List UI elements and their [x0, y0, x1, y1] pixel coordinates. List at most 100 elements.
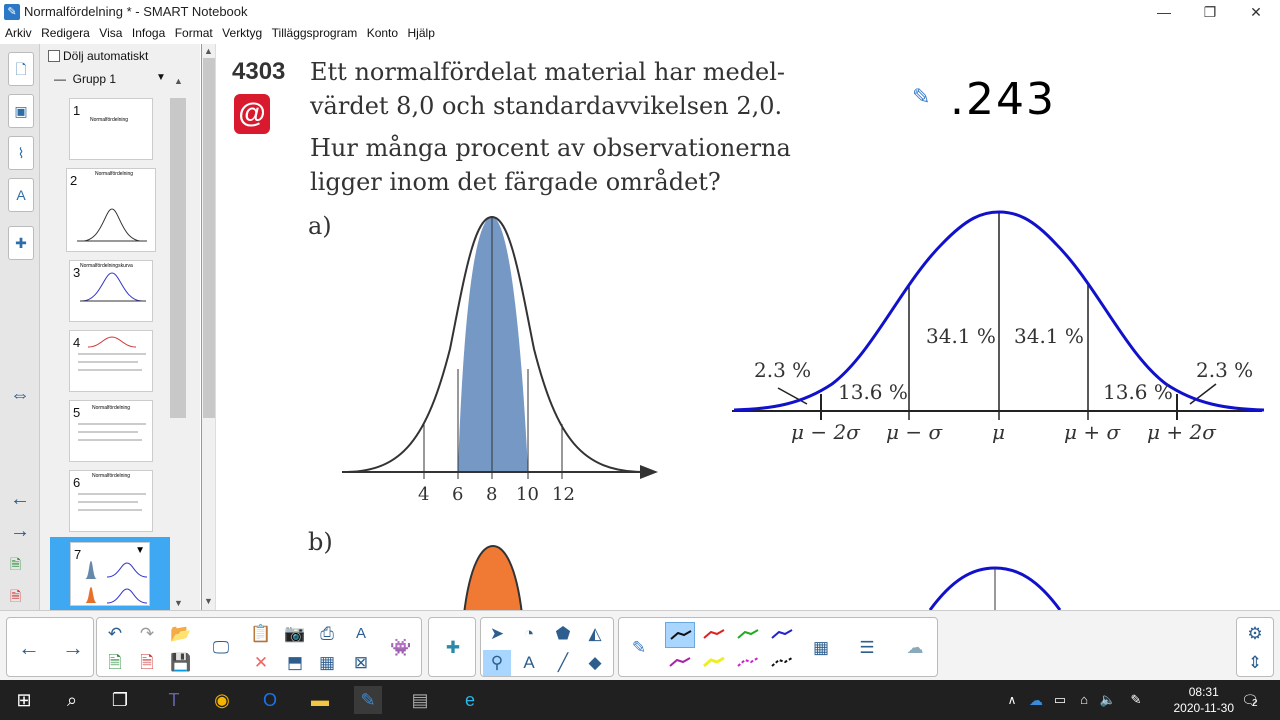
page-thumbnail-1[interactable]: 1 Normalfördelning — [69, 98, 153, 160]
delete-button[interactable]: ✕ — [247, 650, 275, 676]
menu-arkiv[interactable]: Arkiv — [0, 25, 32, 40]
paste-button[interactable]: 📋 — [247, 621, 275, 647]
hide-automatically-checkbox[interactable]: Dölj automatiskt — [48, 49, 148, 63]
redo-button[interactable]: ↷ — [133, 621, 161, 647]
pen-green-button[interactable] — [733, 622, 763, 648]
chrome-icon[interactable]: ◉ — [208, 686, 236, 714]
page-thumbnail-6[interactable]: 6 Normalfördelning — [69, 470, 153, 532]
close-button[interactable]: ✕ — [1233, 0, 1279, 24]
add-page-button[interactable]: 🗎 — [101, 650, 129, 676]
sidebar-scrollbar[interactable] — [170, 96, 186, 536]
page-thumbnail-4[interactable]: 4 — [69, 330, 153, 392]
move-sidebar-icon[interactable]: ⇔ — [10, 384, 30, 407]
shapes-tool-button[interactable]: ◔ — [515, 621, 543, 647]
delete-page-icon[interactable]: 🗎 — [10, 586, 21, 610]
addons-tab[interactable]: ✚ — [8, 226, 34, 260]
text-tool-button[interactable]: A — [515, 650, 543, 676]
pen-dashed-magenta-button[interactable] — [733, 650, 763, 676]
graph-a — [342, 215, 658, 479]
previous-page-button[interactable]: ← — [15, 635, 43, 661]
scroll-up-icon[interactable]: ▲ — [174, 76, 183, 86]
minimize-button[interactable]: — — [1141, 0, 1187, 24]
spell-check-button[interactable]: A — [347, 621, 375, 647]
part-b-label: b) — [308, 528, 333, 556]
move-toolbar-icon[interactable]: ⇕ — [1241, 650, 1269, 676]
menu-hjalp[interactable]: Hjälp — [403, 25, 435, 40]
color-palette-button[interactable]: ▦ — [807, 635, 835, 661]
scroll-down-icon[interactable]: ▼ — [174, 598, 183, 608]
highlighter-yellow-button[interactable] — [699, 650, 729, 676]
group-header[interactable]: — Grupp 1 ▼ — [54, 72, 166, 86]
handwritten-answer: .243 — [950, 74, 1056, 125]
menu-redigera[interactable]: Redigera — [36, 25, 90, 40]
document-camera-button[interactable]: ⎙ — [313, 621, 341, 647]
delete-page-button[interactable]: 🗎 — [133, 650, 161, 676]
maximize-button[interactable]: ❐ — [1187, 0, 1233, 24]
teams-icon[interactable]: T — [160, 686, 188, 714]
canvas-scrollbar[interactable] — [202, 44, 216, 610]
page-sorter-tab[interactable]: 🗋 — [8, 52, 34, 86]
page-thumbnail-7[interactable]: 7 ▼ — [70, 542, 150, 606]
pen-red-button[interactable] — [699, 622, 729, 648]
app-taskbar-icon[interactable]: ▤ — [406, 686, 434, 714]
edge-icon[interactable]: e — [456, 686, 484, 714]
menu-infoga[interactable]: Infoga — [127, 25, 165, 40]
next-page-button[interactable]: → — [59, 635, 87, 661]
page-thumbnail-2[interactable]: 2 Normalfördelning — [66, 168, 156, 252]
measure-tool-button[interactable]: ⚲ — [483, 650, 511, 676]
prev-page-icon[interactable]: ← — [10, 488, 30, 511]
problem-text-line-3: Hur många procent av observationerna — [310, 134, 791, 162]
show-all-button[interactable]: ⬒ — [281, 650, 309, 676]
outlook-icon[interactable]: O — [256, 686, 284, 714]
add-page-icon[interactable]: 🗎 — [10, 554, 21, 578]
insert-table-button[interactable]: ▦ — [313, 650, 341, 676]
menu-verktyg[interactable]: Verktyg — [217, 25, 262, 40]
screen-capture-button[interactable]: 📷 — [281, 621, 309, 647]
search-icon[interactable]: ⌕ — [58, 686, 86, 714]
menu-tillaggsprogram[interactable]: Tilläggsprogram — [267, 25, 358, 40]
volume-icon[interactable]: 🔈 — [1094, 686, 1122, 714]
response-button[interactable]: 👾 — [387, 635, 415, 661]
canvas-scroll-up-icon[interactable]: ▲ — [204, 46, 213, 56]
gallery-tab[interactable]: ▣ — [8, 94, 34, 128]
task-view-icon[interactable]: ❐ — [106, 686, 134, 714]
screen-shade-button[interactable]: 🖵 — [207, 635, 235, 661]
select-tool-button[interactable]: ➤ — [483, 621, 511, 647]
eraser-tool-button[interactable]: ◆ — [581, 650, 609, 676]
pen-workspace-icon[interactable]: ✎ — [1122, 686, 1150, 714]
addons-button[interactable]: ✚ — [439, 635, 467, 661]
axis-tick-6: 6 — [452, 484, 464, 505]
pen-dashed-black-button[interactable] — [767, 650, 797, 676]
whiteboard-canvas[interactable]: ▲ ▼ 4303 @ Ett normalfördelat material h… — [201, 44, 1280, 614]
attachments-tab[interactable]: ⌇ — [8, 136, 34, 170]
page-thumbnail-5[interactable]: 5 Normalfördelning — [69, 400, 153, 462]
menu-konto[interactable]: Konto — [362, 25, 398, 40]
pen-blue-button[interactable] — [767, 622, 797, 648]
line-style-button[interactable]: ☰ — [853, 635, 881, 661]
page-thumbnail-3[interactable]: 3 Normalfördelningskurva — [69, 260, 153, 322]
regular-polygon-button[interactable]: ⬟ — [549, 621, 577, 647]
smart-notebook-taskbar-icon[interactable]: ✎ — [354, 686, 382, 714]
save-button[interactable]: 💾 — [167, 650, 195, 676]
pen-tool-button[interactable]: ✎ — [625, 635, 653, 661]
windows-start-icon[interactable]: ⊞ — [10, 686, 38, 714]
clock-time: 08:31 — [1188, 685, 1219, 699]
fullscreen-button[interactable]: ⊠ — [347, 650, 375, 676]
addons-group: ✚ — [428, 617, 476, 677]
pen-black-button[interactable] — [665, 622, 695, 648]
system-clock[interactable]: 08:31 2020-11-30 — [1174, 684, 1235, 716]
properties-tab[interactable]: A — [8, 178, 34, 212]
menu-format[interactable]: Format — [170, 25, 213, 40]
canvas-scroll-down-icon[interactable]: ▼ — [204, 596, 213, 606]
menu-visa[interactable]: Visa — [94, 25, 122, 40]
open-file-button[interactable]: 📂 — [167, 621, 195, 647]
line-tool-button[interactable]: ╱ — [549, 650, 577, 676]
pen-magenta-button[interactable] — [665, 650, 695, 676]
undo-button[interactable]: ↶ — [101, 621, 129, 647]
gear-icon[interactable]: ⚙ — [1241, 621, 1269, 647]
file-explorer-icon[interactable]: ▬ — [306, 686, 334, 714]
notifications-icon[interactable]: 🗨 — [1236, 686, 1264, 714]
fill-tool-button[interactable]: ◭ — [581, 621, 609, 647]
fill-effects-button[interactable]: ☁ — [901, 635, 929, 661]
next-page-icon[interactable]: → — [10, 520, 30, 543]
